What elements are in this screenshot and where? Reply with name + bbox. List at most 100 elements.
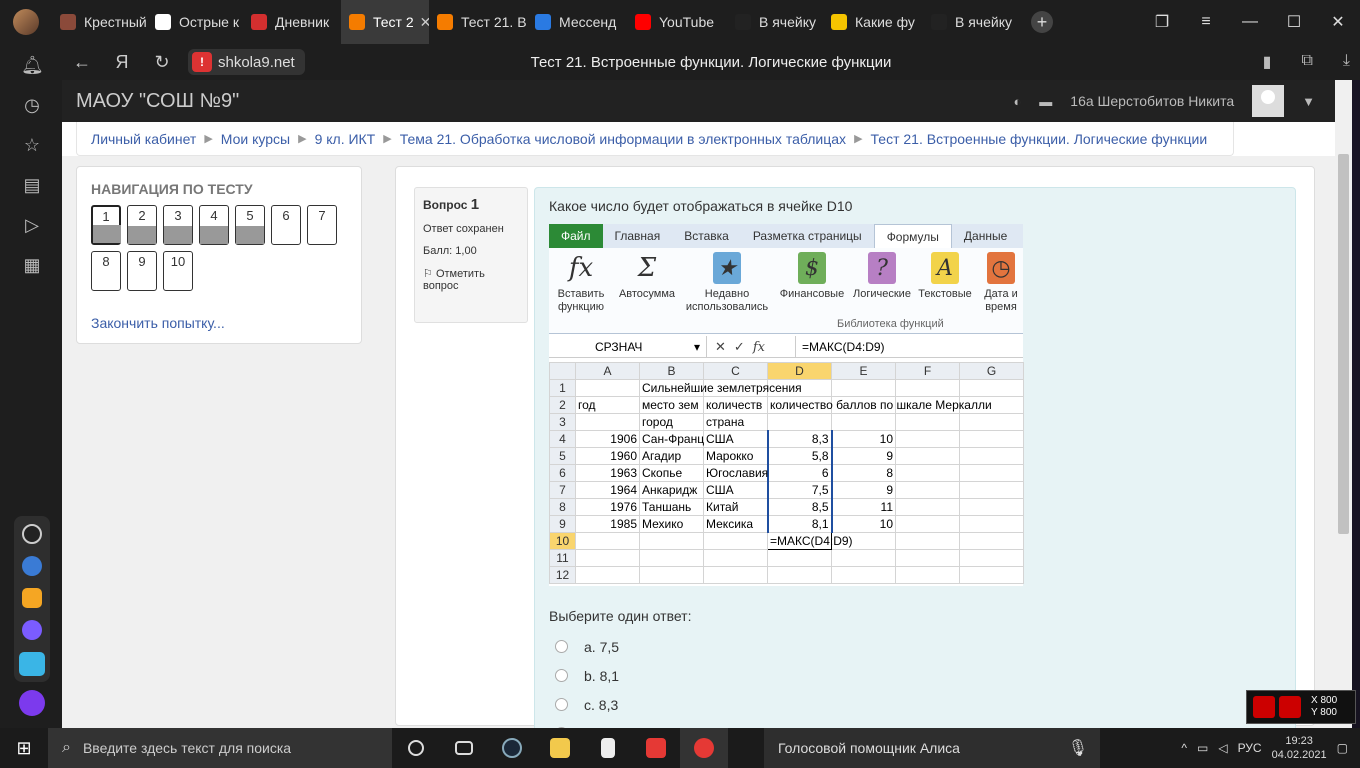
alice-assistant-bar[interactable]: Голосовой помощник Алиса 🎙︎ — [764, 728, 1100, 768]
clock[interactable]: 19:23 04.02.2021 — [1272, 734, 1327, 762]
breadcrumb-separator-icon: ▶ — [383, 133, 392, 145]
quiz-nav-button[interactable]: 10 — [163, 251, 193, 291]
chevron-up-icon[interactable]: ^ — [1181, 741, 1187, 755]
browser-tab[interactable]: Дневник — [243, 0, 341, 44]
browser-tab[interactable]: Тест 2 ✕ — [341, 0, 429, 44]
quiz-nav-button[interactable]: 7 — [307, 205, 337, 245]
maximize-button[interactable]: ☐ — [1272, 12, 1316, 32]
explorer-icon[interactable] — [536, 728, 584, 768]
windows-start-icon[interactable]: ⊞ — [0, 738, 48, 759]
site-brand[interactable]: МАОУ "СОШ №9" — [76, 90, 239, 113]
quiz-nav-button[interactable]: 1 — [91, 205, 121, 245]
column-header: A — [575, 362, 640, 380]
menu-icon[interactable]: ≡ — [1184, 13, 1228, 31]
answer-option[interactable]: d. 8,5 — [549, 719, 691, 728]
new-tab-button[interactable]: + — [1031, 11, 1053, 33]
row-header: 12 — [549, 566, 576, 584]
download-icon[interactable]: ⤓ — [1343, 52, 1350, 72]
microphone-icon[interactable]: 🎙︎ — [1068, 738, 1088, 758]
bell-icon[interactable]: 🔔︎ — [21, 54, 44, 76]
send-icon[interactable] — [19, 652, 45, 676]
breadcrumb-link[interactable]: Тест 21. Встроенные функции. Логические … — [871, 131, 1208, 147]
answer-option[interactable]: a. 7,5 — [549, 632, 691, 661]
flag-question-link[interactable]: ⚐ Отметить вопрос — [423, 267, 519, 292]
finish-attempt-link[interactable]: Закончить попытку... — [91, 315, 225, 331]
reader-icon[interactable]: ⧉ — [1301, 52, 1312, 72]
notepad-icon[interactable] — [584, 728, 632, 768]
history-icon[interactable]: ◷ — [21, 94, 43, 116]
browser-tab[interactable]: Мессенд — [527, 0, 627, 44]
breadcrumb-link[interactable]: Личный кабинет — [91, 131, 196, 147]
quiz-nav-button[interactable]: 2 — [127, 205, 157, 245]
grid-cell — [895, 532, 960, 550]
breadcrumb-link[interactable]: Тема 21. Обработка числовой информации в… — [400, 131, 846, 147]
answer-option[interactable]: b. 8,1 — [549, 661, 691, 690]
browser-tab[interactable]: Тест 21. В — [429, 0, 527, 44]
answer-option[interactable]: c. 8,3 — [549, 690, 691, 719]
breadcrumb-link[interactable]: 9 кл. ИКТ — [315, 131, 376, 147]
user-name[interactable]: 16а Шерстобитов Никита — [1070, 93, 1234, 109]
mail-icon[interactable] — [22, 588, 42, 608]
reload-icon[interactable]: ↻ — [142, 52, 182, 73]
grid-cell: 10 — [831, 430, 896, 448]
browser-tab[interactable]: Какие фу — [823, 0, 923, 44]
browser-tab[interactable]: В ячейку — [923, 0, 1019, 44]
quiz-nav-button[interactable]: 8 — [91, 251, 121, 291]
scrollbar-thumb[interactable] — [1338, 154, 1349, 534]
user-avatar[interactable] — [1252, 85, 1285, 117]
cortana-icon[interactable] — [392, 728, 440, 768]
browser-tab[interactable]: В ячейку — [727, 0, 823, 44]
grid-cell: страна — [703, 413, 768, 431]
windows-taskbar: ⊞ ⌕ Введите здесь текст для поиска Голосо… — [0, 728, 1360, 768]
profile-button[interactable] — [0, 0, 52, 44]
notes-icon[interactable]: ▤ — [21, 174, 43, 196]
radio-button[interactable] — [555, 640, 568, 653]
task-view-icon[interactable] — [440, 728, 488, 768]
steam-icon[interactable] — [488, 728, 536, 768]
grid-row: 7 1964 Анкаридж США 7,5 9 — [549, 481, 1024, 499]
quiz-nav-button[interactable]: 6 — [271, 205, 301, 245]
quiz-nav-button[interactable]: 3 — [163, 205, 193, 245]
bookmark-icon[interactable]: ▮ — [1263, 52, 1272, 72]
tab-favicon — [60, 14, 76, 30]
quiz-nav-button[interactable]: 5 — [235, 205, 265, 245]
taskbar-search[interactable]: ⌕ Введите здесь текст для поиска — [48, 728, 392, 768]
apps-grid-icon[interactable]: ▦ — [21, 254, 43, 276]
collections-icon[interactable]: ❐ — [1140, 12, 1184, 32]
browser-tab[interactable]: Крестный — [52, 0, 147, 44]
quiz-nav-button[interactable]: 4 — [199, 205, 229, 245]
excel-ribbon-tab: Разметка страницы — [752, 229, 862, 243]
notification-icon[interactable]: ◐ — [1013, 94, 1021, 109]
star-icon[interactable]: ☆ — [21, 134, 43, 156]
play-icon[interactable]: ▷ — [21, 214, 43, 236]
breadcrumb-link[interactable]: Мои курсы — [221, 131, 290, 147]
messages-icon[interactable]: ▬ — [1039, 94, 1052, 109]
notifications-icon[interactable]: ▢ — [1337, 741, 1348, 755]
quiz-nav-button[interactable]: 9 — [127, 251, 157, 291]
close-window-button[interactable]: ✕ — [1316, 12, 1360, 32]
yandex-icon[interactable]: Я — [102, 52, 142, 73]
yandex-active-icon[interactable] — [680, 728, 728, 768]
user-menu-caret-icon[interactable]: ▼ — [1302, 94, 1315, 109]
app-icon-2[interactable] — [22, 556, 42, 576]
page-scrollbar[interactable] — [1335, 80, 1352, 728]
radio-button[interactable] — [555, 669, 568, 682]
alice-icon[interactable] — [19, 690, 45, 716]
tab-favicon — [931, 14, 947, 30]
site-navbar: МАОУ "СОШ №9" ◐ ▬ 16а Шерстобитов Никита… — [62, 80, 1335, 122]
network-icon[interactable]: ▭ — [1197, 741, 1208, 755]
app-icon-1[interactable] — [22, 524, 42, 544]
excel-ribbon-tab: Файл — [549, 224, 603, 248]
lang-indicator[interactable]: РУС — [1238, 741, 1262, 755]
browser-tab[interactable]: YouTube — [627, 0, 727, 44]
browser-tab[interactable]: Острые к — [147, 0, 243, 44]
site-chip[interactable]: ! shkola9.net — [188, 49, 305, 75]
app-icon-4[interactable] — [22, 620, 42, 640]
fx-icon: fx — [752, 339, 765, 355]
close-tab-icon[interactable]: ✕ — [420, 14, 429, 31]
minimize-button[interactable]: — — [1228, 13, 1272, 31]
volume-icon[interactable]: ◁ — [1218, 741, 1227, 755]
yandex-browser-icon[interactable] — [632, 728, 680, 768]
back-arrow-icon[interactable]: ← — [62, 52, 102, 73]
radio-button[interactable] — [555, 698, 568, 711]
